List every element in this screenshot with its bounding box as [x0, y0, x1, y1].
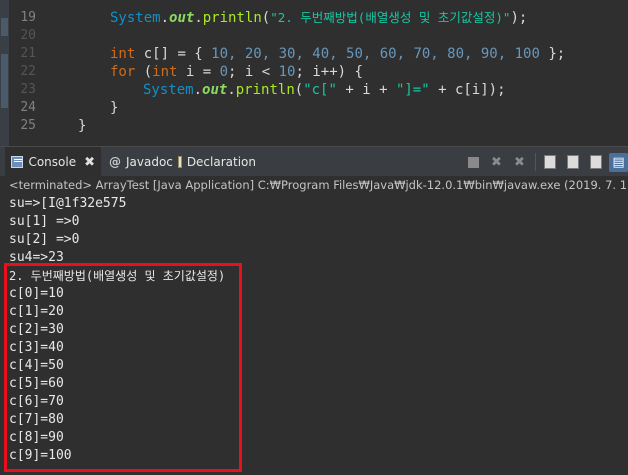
code-token: "]="	[395, 82, 430, 98]
code-token: 10	[278, 64, 296, 80]
code-token: System	[143, 82, 194, 98]
code-token: println	[202, 10, 262, 26]
tab-javadoc[interactable]: @ Javadoc	[103, 147, 173, 177]
code-token: 10, 20, 30, 40, 50, 60, 70, 80, 90, 100	[211, 46, 540, 62]
console-view: Console ✖ @ Javadoc Declaration ✖ ✖ ▤ <t…	[0, 146, 628, 475]
code-line[interactable]: System.out.println("2. 두번째방법(배열생성 및 초기값설…	[110, 9, 527, 27]
code-token: .	[160, 10, 170, 26]
clear-console-icon[interactable]	[540, 153, 559, 172]
tab-label: Javadoc	[126, 155, 173, 169]
view-tab-bar: Console ✖ @ Javadoc Declaration ✖ ✖ ▤	[0, 146, 628, 177]
code-token: (	[261, 10, 271, 26]
close-icon[interactable]: ✖	[84, 155, 95, 170]
output-line: su4=>23	[9, 250, 64, 265]
code-token: .	[227, 82, 236, 98]
word-wrap-icon[interactable]	[586, 153, 605, 172]
code-token: .	[193, 82, 203, 98]
tab-declaration[interactable]: Declaration	[172, 147, 262, 177]
console-output[interactable]: su=>[I@1f32e575 su[1] =>0 su[2] =>0 su4=…	[0, 195, 628, 475]
output-line: c[2]=30	[9, 322, 64, 337]
code-token: };	[539, 46, 566, 62]
code-editor[interactable]: 19 20 21 22 23 24 25 System.out.println(…	[0, 0, 628, 146]
code-token: ; i++) {	[295, 64, 363, 80]
code-token: int	[110, 46, 136, 62]
tab-label: Console	[28, 155, 77, 169]
code-token: ; i <	[228, 64, 279, 80]
code-token: (	[135, 64, 153, 80]
output-line: c[1]=20	[9, 304, 64, 319]
code-token: System	[110, 10, 161, 26]
scroll-lock-icon[interactable]	[563, 153, 582, 172]
code-token: println	[235, 82, 295, 98]
code-token: (	[294, 82, 304, 98]
declaration-icon	[178, 156, 182, 168]
output-line: c[5]=60	[9, 376, 64, 391]
code-token: "2. 두번째방법(배열생성 및 초기값설정)"	[270, 10, 511, 25]
code-token: out	[169, 10, 195, 26]
tab-label: Declaration	[186, 155, 256, 169]
code-line[interactable]: }	[110, 99, 118, 117]
code-line[interactable]: int c[] = { 10, 20, 30, 40, 50, 60, 70, …	[110, 45, 565, 63]
code-token: + c[i]);	[429, 82, 506, 98]
output-line: su[1] =>0	[9, 214, 80, 229]
output-line: c[0]=10	[9, 286, 64, 301]
toolbar-separator	[535, 153, 536, 171]
output-line: 2. 두번째방법(배열생성 및 초기값설정)	[9, 269, 226, 283]
output-line: su=>[I@1f32e575	[9, 196, 127, 211]
code-line[interactable]: }	[78, 117, 86, 135]
console-icon	[11, 156, 24, 168]
launch-status: <terminated> ArrayTest [Java Application…	[0, 176, 628, 195]
code-token: );	[510, 10, 528, 26]
code-token: + i +	[336, 82, 396, 98]
code-token: out	[202, 82, 228, 98]
remove-all-icon[interactable]: ✖	[510, 153, 529, 172]
output-line: c[6]=70	[9, 394, 64, 409]
code-token: "c["	[303, 82, 337, 98]
code-token: for	[110, 64, 136, 80]
code-area[interactable]: System.out.println("2. 두번째방법(배열생성 및 초기값설…	[0, 0, 628, 146]
output-line: su[2] =>0	[9, 232, 80, 247]
console-toolbar: ✖ ✖ ▤	[460, 147, 628, 177]
tab-console[interactable]: Console ✖	[5, 147, 101, 177]
code-token: int	[152, 64, 178, 80]
output-line: c[8]=90	[9, 430, 64, 445]
code-token: .	[194, 10, 203, 26]
code-token: i =	[177, 64, 220, 80]
javadoc-icon: @	[109, 155, 121, 169]
terminate-icon[interactable]	[464, 153, 483, 172]
code-token: 0	[219, 64, 229, 80]
remove-launch-icon[interactable]: ✖	[487, 153, 506, 172]
output-line: c[4]=50	[9, 358, 64, 373]
output-line: c[3]=40	[9, 340, 64, 355]
pin-console-icon[interactable]: ▤	[609, 152, 628, 172]
code-line[interactable]: System.out.println("c[" + i + "]=" + c[i…	[143, 81, 506, 99]
output-line: c[9]=100	[9, 448, 72, 463]
code-line[interactable]: for (int i = 0; i < 10; i++) {	[110, 63, 363, 81]
code-token: c[] = {	[135, 46, 212, 62]
output-line: c[7]=80	[9, 412, 64, 427]
